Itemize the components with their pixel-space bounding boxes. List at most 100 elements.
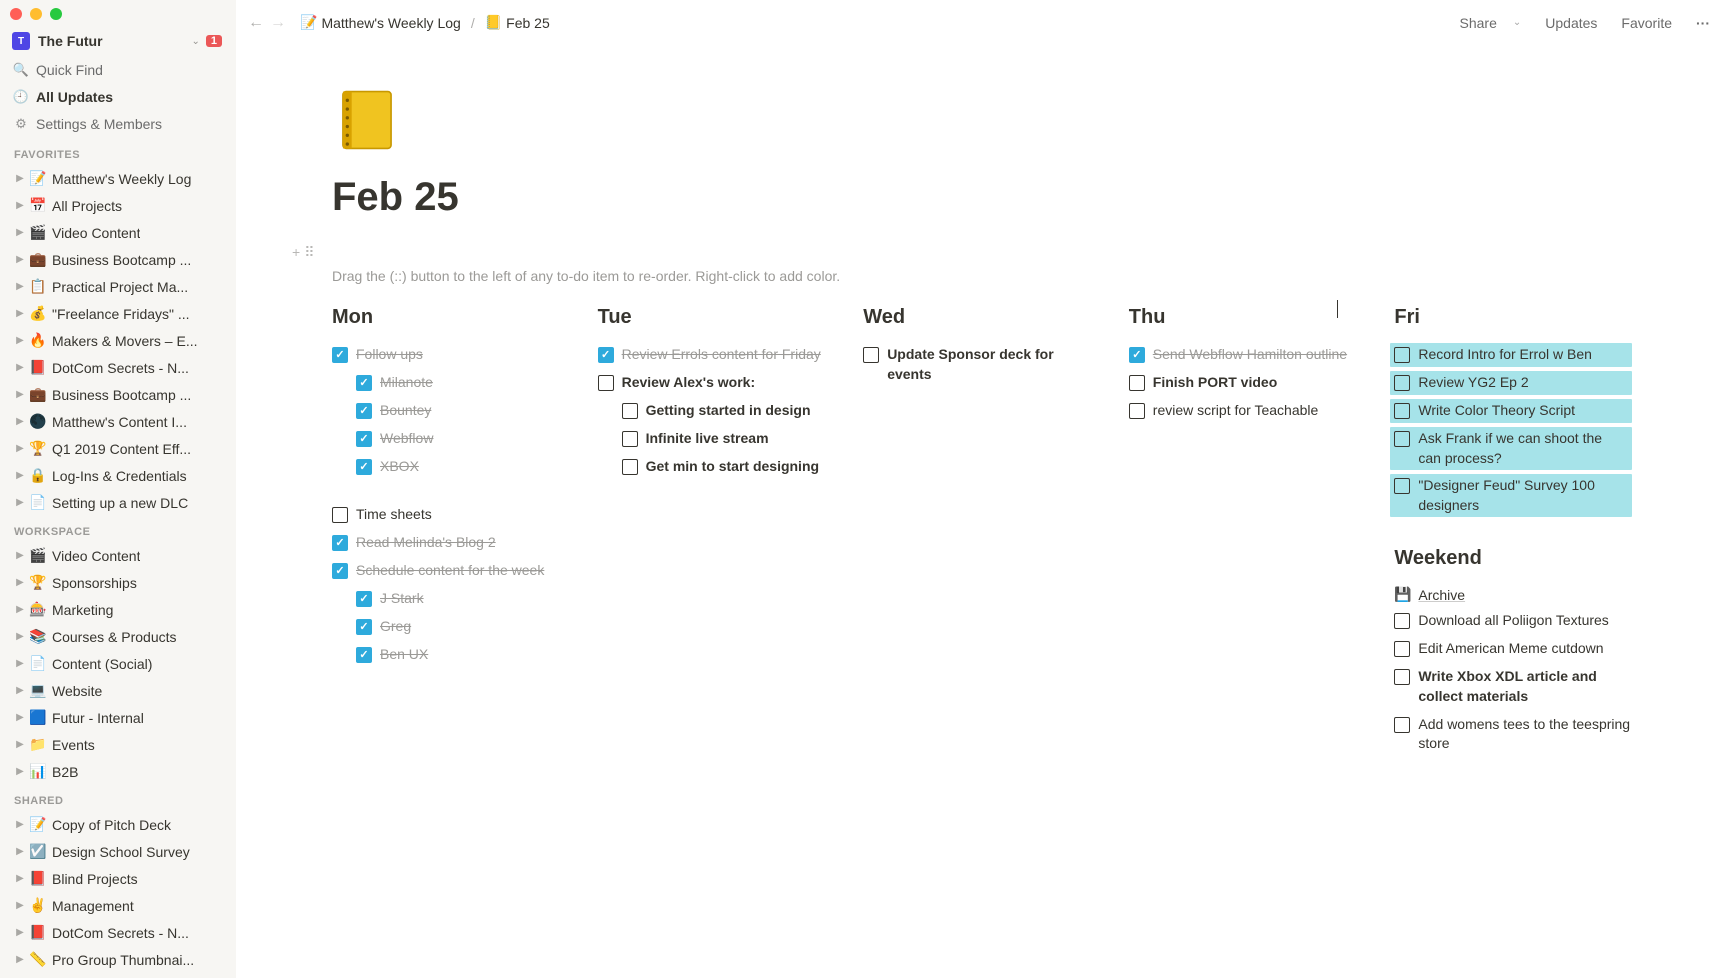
checkbox[interactable] xyxy=(1394,347,1410,363)
checkbox[interactable] xyxy=(356,403,372,419)
sidebar-page-item[interactable]: ▶📁Events xyxy=(0,731,236,758)
disclosure-triangle-icon[interactable]: ▶ xyxy=(12,281,28,292)
page-title[interactable]: Feb 25 xyxy=(332,175,1632,220)
disclosure-triangle-icon[interactable]: ▶ xyxy=(12,227,28,238)
todo-text[interactable]: Edit American Meme cutdown xyxy=(1418,639,1603,659)
disclosure-triangle-icon[interactable]: ▶ xyxy=(12,739,28,750)
sidebar-settings[interactable]: ⚙ Settings & Members xyxy=(0,110,236,137)
todo-item[interactable]: Record Intro for Errol w Ben xyxy=(1390,343,1632,367)
sidebar-page-item[interactable]: ▶📏Pro Group Thumbnai... xyxy=(0,946,236,973)
todo-item[interactable]: Greg xyxy=(332,615,570,639)
todo-text[interactable]: Schedule content for the week xyxy=(356,561,544,581)
sidebar-page-item[interactable]: ▶🔒Log-Ins & Credentials xyxy=(0,462,236,489)
checkbox[interactable] xyxy=(598,347,614,363)
sidebar-page-item[interactable]: ▶📝Copy of Pitch Deck xyxy=(0,811,236,838)
todo-item[interactable]: Review Errols content for Friday xyxy=(598,343,836,367)
disclosure-triangle-icon[interactable]: ▶ xyxy=(12,819,28,830)
todo-item[interactable]: Get min to start designing xyxy=(598,455,836,479)
checkbox[interactable] xyxy=(356,619,372,635)
disclosure-triangle-icon[interactable]: ▶ xyxy=(12,954,28,965)
disclosure-triangle-icon[interactable]: ▶ xyxy=(12,927,28,938)
sidebar-page-item[interactable]: ▶📄Content (Social) xyxy=(0,650,236,677)
nav-forward[interactable]: → xyxy=(270,14,286,32)
disclosure-triangle-icon[interactable]: ▶ xyxy=(12,389,28,400)
checkbox[interactable] xyxy=(1394,669,1410,685)
checkbox[interactable] xyxy=(356,431,372,447)
sidebar-page-item[interactable]: ▶💼Business Bootcamp ... xyxy=(0,246,236,273)
disclosure-triangle-icon[interactable]: ▶ xyxy=(12,685,28,696)
sidebar-page-item[interactable]: ▶📚Courses & Products xyxy=(0,623,236,650)
workspace-switcher[interactable]: T The Futur ⌄ 1 xyxy=(0,28,236,54)
todo-item[interactable]: Write Color Theory Script xyxy=(1390,399,1632,423)
disclosure-triangle-icon[interactable]: ▶ xyxy=(12,577,28,588)
todo-text[interactable]: Add womens tees to the teespring store xyxy=(1418,715,1632,754)
disclosure-triangle-icon[interactable]: ▶ xyxy=(12,443,28,454)
checkbox[interactable] xyxy=(1394,717,1410,733)
more-menu-button[interactable]: ··· xyxy=(1690,11,1716,35)
todo-text[interactable]: Review YG2 Ep 2 xyxy=(1418,373,1528,393)
todo-text[interactable]: J Stark xyxy=(380,589,424,609)
sidebar-page-item[interactable]: ▶🔥Makers & Movers – E... xyxy=(0,327,236,354)
todo-item[interactable]: Ask Frank if we can shoot the can proces… xyxy=(1390,427,1632,470)
disclosure-triangle-icon[interactable]: ▶ xyxy=(12,604,28,615)
disclosure-triangle-icon[interactable]: ▶ xyxy=(12,846,28,857)
todo-text[interactable]: Time sheets xyxy=(356,505,432,525)
todo-item[interactable]: Add womens tees to the teespring store xyxy=(1394,713,1632,756)
sidebar-page-item[interactable]: ▶🟦Futur - Internal xyxy=(0,704,236,731)
checkbox[interactable] xyxy=(863,347,879,363)
todo-item[interactable]: Edit American Meme cutdown xyxy=(1394,637,1632,661)
todo-text[interactable]: Write Xbox XDL article and collect mater… xyxy=(1418,667,1632,706)
todo-item[interactable]: Read Melinda's Blog 2 xyxy=(332,531,570,555)
disclosure-triangle-icon[interactable]: ▶ xyxy=(12,766,28,777)
sidebar-page-item[interactable]: ▶🎬Video Content xyxy=(0,219,236,246)
todo-text[interactable]: Get min to start designing xyxy=(646,457,819,477)
checkbox[interactable] xyxy=(332,535,348,551)
updates-button[interactable]: Updates xyxy=(1539,11,1603,35)
todo-text[interactable]: Write Color Theory Script xyxy=(1418,401,1575,421)
window-close[interactable] xyxy=(10,8,22,20)
nav-back[interactable]: ← xyxy=(248,14,264,32)
todo-item[interactable]: review script for Teachable xyxy=(1129,399,1367,423)
disclosure-triangle-icon[interactable]: ▶ xyxy=(12,335,28,346)
window-maximize[interactable] xyxy=(50,8,62,20)
todo-text[interactable]: Review Errols content for Friday xyxy=(622,345,821,365)
share-button[interactable]: Share xyxy=(1454,11,1503,35)
drag-handle-icon[interactable]: ⠿ xyxy=(304,244,314,261)
todo-text[interactable]: Greg xyxy=(380,617,411,637)
disclosure-triangle-icon[interactable]: ▶ xyxy=(12,308,28,319)
todo-item[interactable]: "Designer Feud" Survey 100 designers xyxy=(1390,474,1632,517)
sidebar-page-item[interactable]: ▶📕Blind Projects xyxy=(0,865,236,892)
disclosure-triangle-icon[interactable]: ▶ xyxy=(12,470,28,481)
todo-item[interactable]: Webflow xyxy=(332,427,570,451)
todo-text[interactable]: Ask Frank if we can shoot the can proces… xyxy=(1418,429,1628,468)
todo-item[interactable]: Schedule content for the week xyxy=(332,559,570,583)
todo-item[interactable]: Follow ups xyxy=(332,343,570,367)
todo-text[interactable]: Getting started in design xyxy=(646,401,811,421)
checkbox[interactable] xyxy=(332,347,348,363)
todo-item[interactable]: Infinite live stream xyxy=(598,427,836,451)
disclosure-triangle-icon[interactable]: ▶ xyxy=(12,497,28,508)
todo-text[interactable]: Update Sponsor deck for events xyxy=(887,345,1101,384)
todo-item[interactable]: Getting started in design xyxy=(598,399,836,423)
todo-item[interactable]: Review YG2 Ep 2 xyxy=(1390,371,1632,395)
sidebar-page-item[interactable]: ▶📄Setting up a new DLC xyxy=(0,489,236,516)
checkbox[interactable] xyxy=(332,507,348,523)
disclosure-triangle-icon[interactable]: ▶ xyxy=(12,712,28,723)
sidebar-all-updates[interactable]: 🕘 All Updates xyxy=(0,83,236,110)
sidebar-page-item[interactable]: ▶📕DotCom Secrets - N... xyxy=(0,354,236,381)
todo-text[interactable]: Finish PORT video xyxy=(1153,373,1277,393)
disclosure-triangle-icon[interactable]: ▶ xyxy=(12,658,28,669)
todo-item[interactable]: Write Xbox XDL article and collect mater… xyxy=(1394,665,1632,708)
todo-item[interactable]: Finish PORT video xyxy=(1129,371,1367,395)
sidebar-page-item[interactable]: ▶💻Website xyxy=(0,677,236,704)
checkbox[interactable] xyxy=(1129,347,1145,363)
checkbox[interactable] xyxy=(598,375,614,391)
checkbox[interactable] xyxy=(1129,403,1145,419)
sidebar-page-item[interactable]: ▶📅All Projects xyxy=(0,192,236,219)
sidebar-page-item[interactable]: ▶📋Practical Project Ma... xyxy=(0,273,236,300)
sidebar-page-item[interactable]: ▶💰"Freelance Fridays" ... xyxy=(0,300,236,327)
sidebar-page-item[interactable]: ▶📝Matthew's Weekly Log xyxy=(0,165,236,192)
disclosure-triangle-icon[interactable]: ▶ xyxy=(12,173,28,184)
disclosure-triangle-icon[interactable]: ▶ xyxy=(12,254,28,265)
page-emoji[interactable] xyxy=(332,85,1632,167)
